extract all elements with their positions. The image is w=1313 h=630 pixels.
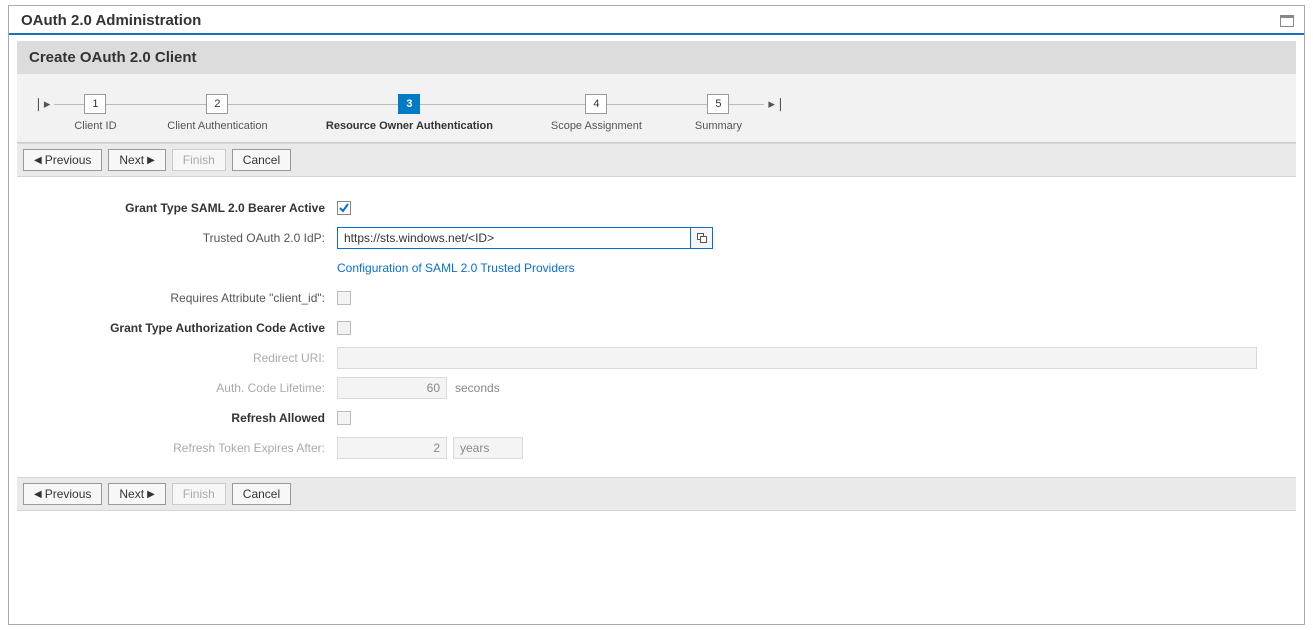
wizard-stepper: ❘▸ 1 Client ID 2 Client Authentication 3… — [17, 74, 1296, 143]
link-saml-config[interactable]: Configuration of SAML 2.0 Trusted Provid… — [337, 261, 575, 275]
window-icon[interactable] — [1280, 15, 1294, 27]
chevron-right-icon: ▶ — [147, 155, 155, 166]
wizard-step-client-id[interactable]: 1 Client ID — [84, 94, 106, 114]
page-title: OAuth 2.0 Administration — [21, 12, 1280, 29]
label-auth-code: Grant Type Authorization Code Active — [17, 321, 337, 335]
label-auth-code-lifetime: Auth. Code Lifetime: — [17, 381, 337, 395]
wizard-step-scope[interactable]: 4 Scope Assignment — [585, 94, 607, 114]
wizard-step-num-3: 3 — [406, 98, 412, 110]
wizard-step-num-2: 2 — [214, 98, 220, 110]
label-redirect-uri: Redirect URI: — [17, 351, 337, 365]
redirect-uri-input — [337, 347, 1257, 369]
wizard-step-num-1: 1 — [92, 98, 98, 110]
refresh-expires-input — [337, 437, 447, 459]
label-saml-bearer: Grant Type SAML 2.0 Bearer Active — [17, 201, 337, 215]
trusted-idp-field — [337, 227, 713, 249]
form-area: Grant Type SAML 2.0 Bearer Active Truste… — [9, 177, 1304, 477]
nav-bar-bottom: ◀Previous Next▶ Finish Cancel — [17, 477, 1296, 511]
wizard-step-label-3: Resource Owner Authentication — [326, 120, 493, 132]
wizard-step-resource-owner-auth[interactable]: 3 Resource Owner Authentication — [398, 94, 420, 114]
refresh-expires-unit-select: years — [453, 437, 523, 459]
wizard-step-label-2: Client Authentication — [167, 120, 267, 132]
app-main-panel: OAuth 2.0 Administration Create OAuth 2.… — [8, 5, 1305, 625]
wizard-step-num-5: 5 — [715, 98, 721, 110]
label-trusted-idp: Trusted OAuth 2.0 IdP: — [17, 231, 337, 245]
wizard-step-summary[interactable]: 5 Summary — [707, 94, 729, 114]
content-area: Create OAuth 2.0 Client ❘▸ 1 Client ID 2… — [9, 35, 1304, 624]
page-header: OAuth 2.0 Administration — [9, 6, 1304, 35]
auth-code-lifetime-unit: seconds — [453, 381, 500, 395]
wizard-step-client-auth[interactable]: 2 Client Authentication — [206, 94, 228, 114]
wizard-step-label-4: Scope Assignment — [551, 120, 642, 132]
wizard-step-num-4: 4 — [593, 98, 599, 110]
next-button-bottom[interactable]: Next▶ — [108, 483, 165, 505]
value-help-button[interactable] — [690, 228, 712, 248]
checkbox-requires-client-id[interactable] — [337, 291, 351, 305]
nav-bar-top: ◀Previous Next▶ Finish Cancel — [17, 143, 1296, 177]
next-button[interactable]: Next▶ — [108, 149, 165, 171]
label-refresh-expires: Refresh Token Expires After: — [17, 441, 337, 455]
trusted-idp-input[interactable] — [338, 228, 690, 248]
previous-button[interactable]: ◀Previous — [23, 149, 102, 171]
chevron-right-icon: ▶ — [147, 489, 155, 500]
wizard-step-label-1: Client ID — [74, 120, 116, 132]
wizard-step-label-5: Summary — [695, 120, 742, 132]
checkbox-saml-bearer[interactable] — [337, 201, 351, 215]
auth-code-lifetime-input — [337, 377, 447, 399]
value-help-icon — [697, 233, 707, 243]
checkbox-auth-code[interactable] — [337, 321, 351, 335]
section-title: Create OAuth 2.0 Client — [17, 41, 1296, 74]
cancel-button-bottom[interactable]: Cancel — [232, 483, 291, 505]
checkbox-refresh-allowed[interactable] — [337, 411, 351, 425]
chevron-left-icon: ◀ — [34, 155, 42, 166]
finish-button: Finish — [172, 149, 226, 171]
cancel-button[interactable]: Cancel — [232, 149, 291, 171]
label-requires-client-id: Requires Attribute "client_id": — [17, 291, 337, 305]
previous-button-bottom[interactable]: ◀Previous — [23, 483, 102, 505]
chevron-left-icon: ◀ — [34, 489, 42, 500]
wizard-start-icon: ❘▸ — [29, 96, 54, 112]
wizard-end-icon: ▸❘ — [764, 96, 789, 112]
label-refresh-allowed: Refresh Allowed — [17, 411, 337, 425]
finish-button-bottom: Finish — [172, 483, 226, 505]
